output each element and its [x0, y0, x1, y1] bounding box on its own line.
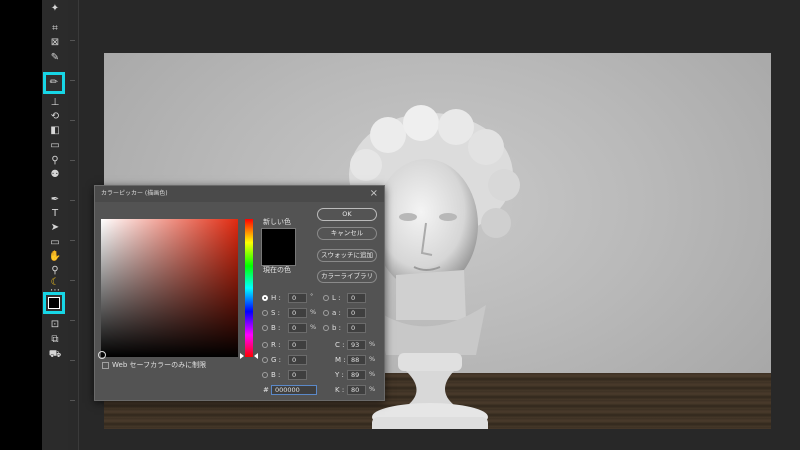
cyan-input[interactable]: 93 [347, 340, 366, 350]
hue-slider-left-arrow[interactable] [240, 353, 244, 359]
left-black-strip [0, 0, 42, 450]
radio-blue[interactable] [262, 372, 268, 378]
field-a-label: a : [332, 309, 341, 317]
radio-h[interactable] [262, 295, 268, 301]
close-icon[interactable]: × [370, 186, 378, 202]
field-lab-b-label: b : [332, 324, 342, 332]
field-g-label: G : [271, 356, 282, 364]
color-field-marker[interactable] [98, 351, 106, 359]
current-color-label: 現在の色 [263, 266, 291, 274]
gradient-icon[interactable]: ▭ [42, 139, 68, 153]
web-safe-label: Web セーフカラーのみに制限 [112, 361, 207, 369]
color-picker-dialog: カラーピッカー (描画色) × 新しい色 現在の色 OK キャンセル スウォッチ… [94, 185, 385, 401]
foreground-color-swatch[interactable] [48, 297, 60, 309]
crop-icon[interactable]: ⌗ [42, 22, 68, 36]
cancel-button[interactable]: キャンセル [317, 227, 377, 240]
stamp-icon[interactable]: ⊥ [42, 96, 68, 110]
yellow-input[interactable]: 89 [347, 370, 366, 380]
type-icon[interactable]: T [42, 207, 68, 221]
radio-l[interactable] [323, 295, 329, 301]
radio-r[interactable] [262, 342, 268, 348]
hand-icon[interactable]: ✋ [42, 250, 68, 264]
blue-input[interactable]: 0 [288, 370, 307, 380]
vertical-ruler [68, 0, 79, 450]
degree-unit: ° [310, 292, 314, 300]
field-k-label: K : [335, 386, 345, 394]
dialog-title: カラーピッカー (描画色) [95, 186, 384, 202]
magenta-input[interactable]: 88 [347, 355, 366, 365]
ok-button[interactable]: OK [317, 208, 377, 221]
path-select-icon[interactable]: ➤ [42, 221, 68, 235]
hex-input[interactable]: 000000 [271, 385, 317, 395]
radio-g[interactable] [262, 357, 268, 363]
radio-s[interactable] [262, 310, 268, 316]
saturation-brightness-field[interactable] [101, 219, 238, 357]
a-input[interactable]: 0 [347, 308, 366, 318]
l-input[interactable]: 0 [347, 293, 366, 303]
web-safe-checkbox[interactable] [102, 362, 109, 369]
quick-select-icon[interactable]: ✦ [42, 2, 68, 16]
percent-unit: % [369, 355, 376, 363]
field-r-label: R : [271, 341, 281, 349]
radio-b[interactable] [262, 325, 268, 331]
hue-slider-right-arrow[interactable] [254, 353, 258, 359]
rectangle-icon[interactable]: ▭ [42, 236, 68, 250]
saturation-input[interactable]: 0 [288, 308, 307, 318]
field-b-label: B : [271, 324, 281, 332]
add-to-swatches-button[interactable]: スウォッチに追加 [317, 249, 377, 262]
percent-unit: % [369, 340, 376, 348]
lab-b-input[interactable]: 0 [347, 323, 366, 333]
green-input[interactable]: 0 [288, 355, 307, 365]
brush-icon[interactable]: ✏ [43, 72, 65, 94]
percent-unit: % [310, 308, 317, 316]
color-swatches-icon[interactable] [43, 292, 65, 314]
field-blue-label: B : [271, 371, 281, 379]
percent-unit: % [369, 370, 376, 378]
new-color-label: 新しい色 [263, 218, 291, 226]
field-y-label: Y : [335, 371, 344, 379]
percent-unit: % [310, 323, 317, 331]
history-brush-icon[interactable]: ⟲ [42, 110, 68, 124]
pen-icon[interactable]: ✒ [42, 193, 68, 207]
brightness-input[interactable]: 0 [288, 323, 307, 333]
eraser-icon[interactable]: ◧ [42, 124, 68, 138]
new-color-swatch [261, 228, 296, 266]
hex-label: # [263, 386, 269, 394]
field-c-label: C : [335, 341, 345, 349]
radio-a[interactable] [323, 310, 329, 316]
percent-unit: % [369, 385, 376, 393]
tools-panel: ✦ ⌗ ⊠ ✎ ✏ ⊥ ⟲ ◧ ▭ ⚲ ⚉ ✒ T ➤ ▭ ✋ ⚲ ☾ ⋯ ⊡ … [42, 0, 69, 450]
red-input[interactable]: 0 [288, 340, 307, 350]
quick-mask-icon[interactable]: ⊡ [42, 318, 68, 332]
radio-lab-b[interactable] [323, 325, 329, 331]
screen-mode-icon[interactable]: ⧉ [42, 333, 68, 347]
field-h-label: H : [271, 294, 281, 302]
hue-input[interactable]: 0 [288, 293, 307, 303]
color-libraries-button[interactable]: カラーライブラリ [317, 270, 377, 283]
field-l-label: L : [332, 294, 341, 302]
eyedropper-icon[interactable]: ✎ [42, 51, 68, 65]
extras-icon[interactable]: ⛟ [42, 348, 68, 362]
frame-icon[interactable]: ⊠ [42, 36, 68, 50]
field-m-label: M : [335, 356, 346, 364]
dodge-icon[interactable]: ⚉ [42, 168, 68, 182]
hue-slider[interactable] [245, 219, 253, 357]
blur-icon[interactable]: ⚲ [42, 154, 68, 168]
field-s-label: S : [271, 309, 281, 317]
black-input[interactable]: 80 [347, 385, 366, 395]
